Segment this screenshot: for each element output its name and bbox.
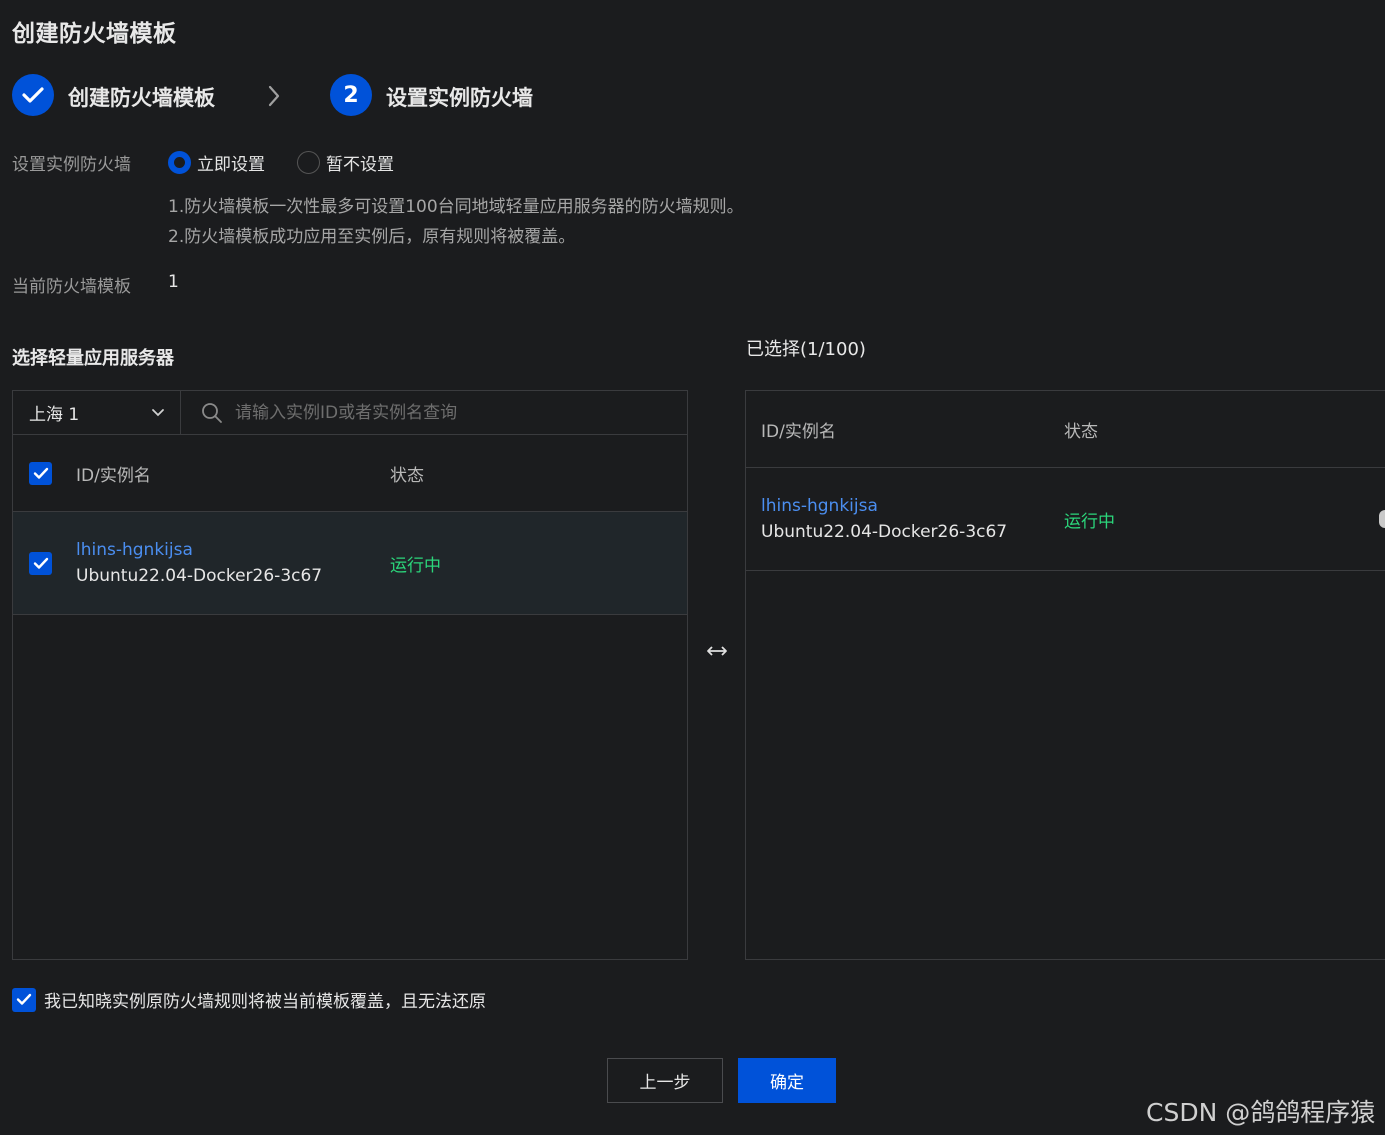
radio-dot-unchecked bbox=[297, 151, 320, 174]
check-icon bbox=[33, 467, 48, 479]
right-col-status: 状态 bbox=[1064, 421, 1098, 442]
setting-label: 设置实例防火墙 bbox=[12, 155, 131, 175]
select-all-checkbox[interactable] bbox=[29, 461, 52, 485]
remove-icon[interactable] bbox=[1379, 510, 1385, 528]
right-panel-title: 已选择(1/100) bbox=[746, 339, 866, 360]
instance-id-link[interactable]: lhins-hgnkijsa bbox=[761, 493, 1064, 519]
region-select-value: 上海 1 bbox=[29, 405, 80, 425]
left-table: ID/实例名 状态 lhins-hgnkijsa Ubuntu22.04-Doc… bbox=[12, 434, 688, 960]
step-2-label: 设置实例防火墙 bbox=[386, 86, 533, 110]
check-icon bbox=[33, 557, 48, 569]
step-2-number: 2 bbox=[343, 82, 359, 108]
instance-name: Ubuntu22.04-Docker26-3c67 bbox=[761, 522, 1008, 542]
status-badge: 运行中 bbox=[1064, 511, 1115, 532]
chevron-right-icon bbox=[268, 85, 280, 107]
step-2-active: 2 bbox=[330, 74, 372, 116]
step-1-done bbox=[12, 74, 54, 116]
confirm-button[interactable]: 确定 bbox=[738, 1058, 836, 1103]
region-select[interactable]: 上海 1 bbox=[12, 390, 181, 435]
check-icon bbox=[22, 87, 44, 103]
radio-set-now[interactable]: 立即设置 bbox=[168, 150, 265, 175]
radio-set-later-label: 暂不设置 bbox=[326, 155, 394, 175]
prev-step-button[interactable]: 上一步 bbox=[607, 1058, 723, 1103]
right-col-id: ID/实例名 bbox=[761, 421, 836, 442]
row-instance-cell: lhins-hgnkijsa Ubuntu22.04-Docker26-3c67 bbox=[76, 537, 390, 589]
search-input[interactable] bbox=[235, 402, 675, 423]
left-table-header: ID/实例名 状态 bbox=[13, 435, 687, 512]
row-checkbox[interactable] bbox=[29, 551, 52, 575]
instance-id-link[interactable]: lhins-hgnkijsa bbox=[76, 537, 390, 563]
right-table-header: ID/实例名 状态 bbox=[746, 391, 1385, 468]
radio-set-later[interactable]: 暂不设置 bbox=[297, 150, 394, 175]
watermark: CSDN @鸽鸽程序猿 bbox=[1146, 1098, 1376, 1127]
left-col-status: 状态 bbox=[390, 465, 424, 486]
agreement-checkbox-box[interactable] bbox=[12, 987, 36, 1012]
template-value: 1 bbox=[168, 272, 179, 292]
hint-line-2: 2.防火墙模板成功应用至实例后，原有规则将被覆盖。 bbox=[168, 227, 576, 247]
agreement-text: 我已知晓实例原防火墙规则将被当前模板覆盖，且无法还原 bbox=[44, 992, 486, 1012]
row-instance-cell: lhins-hgnkijsa Ubuntu22.04-Docker26-3c67 bbox=[761, 493, 1064, 545]
swap-icon bbox=[707, 646, 727, 656]
radio-set-now-label: 立即设置 bbox=[197, 155, 265, 175]
check-icon bbox=[16, 993, 32, 1005]
instance-name: Ubuntu22.04-Docker26-3c67 bbox=[76, 566, 323, 586]
status-badge: 运行中 bbox=[390, 555, 441, 576]
table-row[interactable]: lhins-hgnkijsa Ubuntu22.04-Docker26-3c67… bbox=[13, 512, 687, 615]
step-1-label: 创建防火墙模板 bbox=[68, 86, 215, 110]
right-table: ID/实例名 状态 lhins-hgnkijsa Ubuntu22.04-Doc… bbox=[745, 390, 1385, 960]
left-panel-title: 选择轻量应用服务器 bbox=[12, 348, 174, 369]
search-icon bbox=[202, 402, 222, 423]
search-box[interactable] bbox=[180, 390, 688, 435]
table-row[interactable]: lhins-hgnkijsa Ubuntu22.04-Docker26-3c67… bbox=[746, 468, 1385, 571]
agreement-checkbox[interactable]: 我已知晓实例原防火墙规则将被当前模板覆盖，且无法还原 bbox=[12, 987, 486, 1012]
chevron-down-icon bbox=[152, 408, 164, 416]
radio-dot-checked bbox=[168, 151, 191, 174]
page-title: 创建防火墙模板 bbox=[12, 21, 177, 47]
template-label: 当前防火墙模板 bbox=[12, 277, 131, 297]
hint-line-1: 1.防火墙模板一次性最多可设置100台同地域轻量应用服务器的防火墙规则。 bbox=[168, 197, 744, 217]
left-col-id: ID/实例名 bbox=[76, 465, 151, 486]
